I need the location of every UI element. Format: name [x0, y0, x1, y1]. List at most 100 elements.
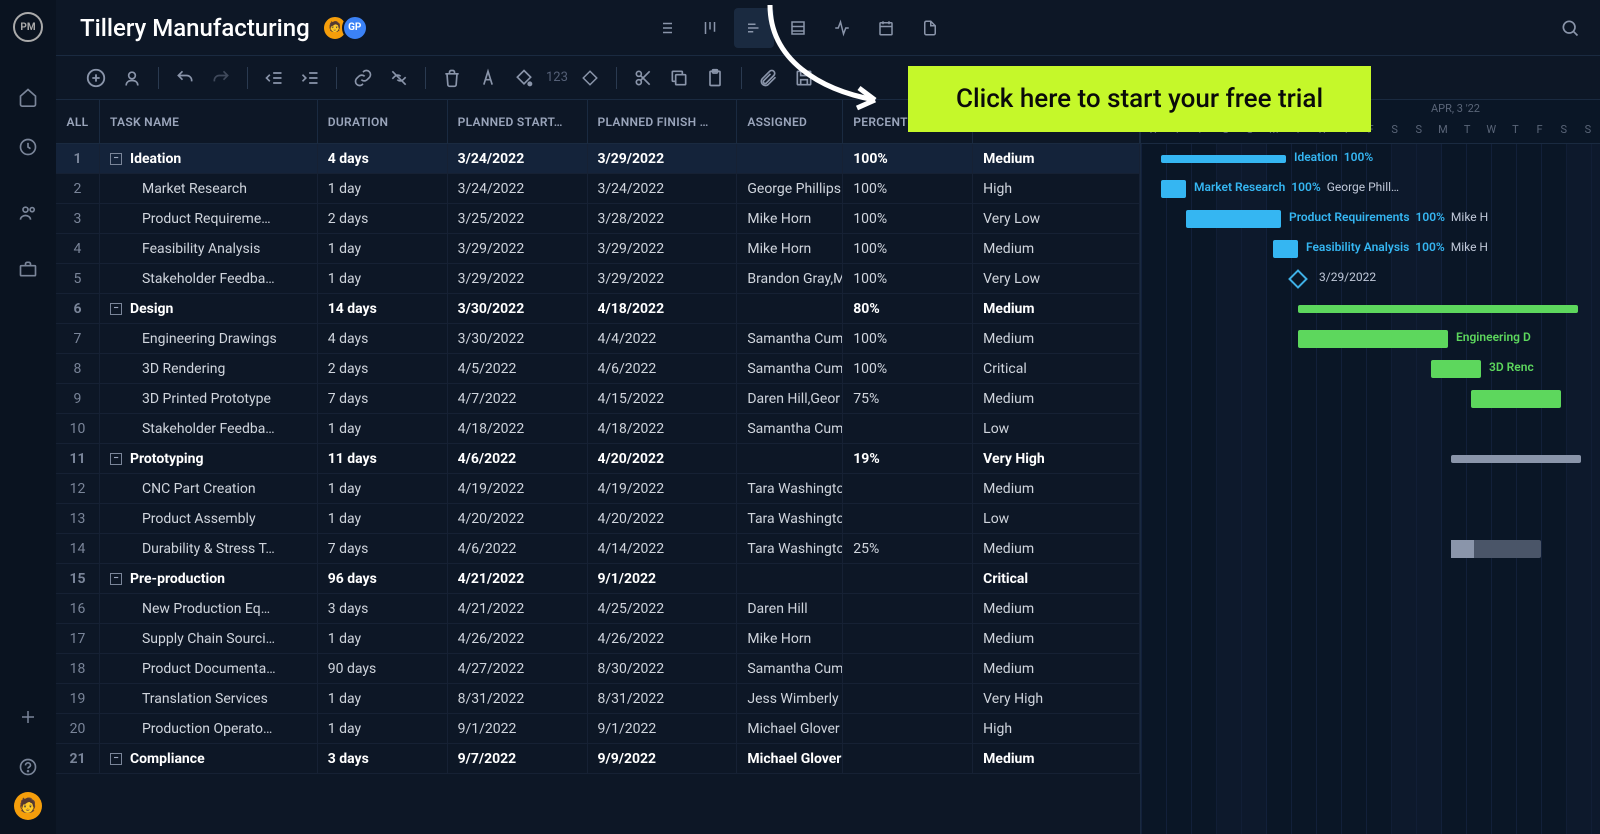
cell-start[interactable]: 9/1/2022 [448, 714, 588, 743]
task-row[interactable]: 13Product Assembly1 day4/20/20224/20/202… [56, 504, 1140, 534]
gantt-bar[interactable] [1471, 390, 1561, 408]
cell-pri[interactable]: Very Low [973, 204, 1140, 233]
cell-start[interactable]: 4/19/2022 [448, 474, 588, 503]
cell-dur[interactable]: 7 days [318, 534, 448, 563]
task-row[interactable]: 19Translation Services1 day8/31/20228/31… [56, 684, 1140, 714]
cell-pct[interactable]: 100% [843, 324, 973, 353]
cell-start[interactable]: 4/26/2022 [448, 624, 588, 653]
task-row[interactable]: 15−Pre-production96 days4/21/20229/1/202… [56, 564, 1140, 594]
cell-pct[interactable]: 19% [843, 444, 973, 473]
task-name-cell[interactable]: Product Documenta… [100, 654, 318, 683]
cell-pri[interactable]: Medium [973, 324, 1140, 353]
cell-pct[interactable]: 75% [843, 384, 973, 413]
cell-pri[interactable]: Medium [973, 624, 1140, 653]
cell-dur[interactable]: 1 day [318, 624, 448, 653]
people-icon[interactable] [17, 202, 39, 224]
cell-assign[interactable]: Mike Horn [737, 624, 843, 653]
cell-assign[interactable]: Jess Wimberly [737, 684, 843, 713]
cell-assign[interactable]: Michael Glover [737, 744, 843, 773]
member-avatars[interactable]: 🧑 GP [328, 15, 368, 41]
cell-finish[interactable]: 3/28/2022 [588, 204, 738, 233]
cell-assign[interactable] [737, 564, 843, 593]
cell-pri[interactable]: Medium [973, 534, 1140, 563]
cell-dur[interactable]: 1 day [318, 174, 448, 203]
task-row[interactable]: 18Product Documenta…90 days4/27/20228/30… [56, 654, 1140, 684]
cell-finish[interactable]: 9/1/2022 [588, 714, 738, 743]
gantt-bar[interactable] [1298, 305, 1578, 313]
text-color-icon[interactable] [472, 62, 504, 94]
number-format[interactable]: 123 [544, 70, 570, 85]
task-name-cell[interactable]: Stakeholder Feedba… [100, 264, 318, 293]
task-row[interactable]: 12CNC Part Creation1 day4/19/20224/19/20… [56, 474, 1140, 504]
cell-pct[interactable] [843, 504, 973, 533]
cell-assign[interactable]: Samantha Cum [737, 324, 843, 353]
logo[interactable]: PM [13, 12, 43, 42]
cell-pct[interactable]: 100% [843, 264, 973, 293]
cell-pct[interactable] [843, 654, 973, 683]
cell-assign[interactable]: Michael Glover [737, 714, 843, 743]
user-avatar[interactable]: 🧑 [14, 792, 42, 820]
task-name-cell[interactable]: Product Assembly [100, 504, 318, 533]
cell-start[interactable]: 4/21/2022 [448, 594, 588, 623]
task-row[interactable]: 3Product Requireme…2 days3/25/20223/28/2… [56, 204, 1140, 234]
cell-finish[interactable]: 9/1/2022 [588, 564, 738, 593]
paste-icon[interactable] [699, 62, 731, 94]
cell-finish[interactable]: 4/20/2022 [588, 444, 738, 473]
gantt-bar[interactable] [1451, 455, 1581, 463]
col-finish[interactable]: PLANNED FINISH … [588, 100, 738, 143]
cell-finish[interactable]: 4/20/2022 [588, 504, 738, 533]
task-row[interactable]: 5Stakeholder Feedba…1 day3/29/20223/29/2… [56, 264, 1140, 294]
cell-dur[interactable]: 4 days [318, 324, 448, 353]
cell-pct[interactable]: 100% [843, 174, 973, 203]
cell-dur[interactable]: 2 days [318, 204, 448, 233]
cell-start[interactable]: 3/30/2022 [448, 324, 588, 353]
task-name-cell[interactable]: CNC Part Creation [100, 474, 318, 503]
col-all[interactable]: ALL [56, 100, 100, 143]
cell-pri[interactable]: Medium [973, 744, 1140, 773]
cell-pct[interactable]: 100% [843, 144, 973, 173]
cell-finish[interactable]: 3/29/2022 [588, 264, 738, 293]
cell-finish[interactable]: 4/18/2022 [588, 414, 738, 443]
cell-start[interactable]: 4/6/2022 [448, 534, 588, 563]
cell-assign[interactable] [737, 444, 843, 473]
gantt-bar[interactable] [1298, 330, 1448, 348]
task-row[interactable]: 11−Prototyping11 days4/6/20224/20/202219… [56, 444, 1140, 474]
cell-pct[interactable]: 100% [843, 354, 973, 383]
cell-assign[interactable]: Tara Washingtc [737, 474, 843, 503]
cell-assign[interactable] [737, 294, 843, 323]
view-gantt-icon[interactable] [734, 8, 774, 48]
task-row[interactable]: 6−Design14 days3/30/20224/18/202280%Medi… [56, 294, 1140, 324]
cell-pri[interactable]: Medium [973, 384, 1140, 413]
view-calendar-icon[interactable] [866, 8, 906, 48]
gantt-bar[interactable] [1451, 540, 1541, 558]
cell-dur[interactable]: 11 days [318, 444, 448, 473]
outdent-icon[interactable] [258, 62, 290, 94]
task-name-cell[interactable]: −Design [100, 294, 318, 323]
fill-icon[interactable] [508, 62, 540, 94]
col-duration[interactable]: DURATION [318, 100, 448, 143]
task-name-cell[interactable]: Product Requireme… [100, 204, 318, 233]
cell-dur[interactable]: 1 day [318, 414, 448, 443]
cell-finish[interactable]: 4/14/2022 [588, 534, 738, 563]
redo-icon[interactable] [205, 62, 237, 94]
task-row[interactable]: 1−Ideation4 days3/24/20223/29/2022100%Me… [56, 144, 1140, 174]
cell-pri[interactable]: Medium [973, 594, 1140, 623]
cell-pct[interactable] [843, 564, 973, 593]
cell-dur[interactable]: 90 days [318, 654, 448, 683]
cell-pct[interactable] [843, 474, 973, 503]
cell-start[interactable]: 3/25/2022 [448, 204, 588, 233]
cell-dur[interactable]: 3 days [318, 744, 448, 773]
indent-icon[interactable] [294, 62, 326, 94]
cell-finish[interactable]: 4/25/2022 [588, 594, 738, 623]
task-name-cell[interactable]: Durability & Stress T… [100, 534, 318, 563]
assign-icon[interactable] [116, 62, 148, 94]
task-name-cell[interactable]: New Production Eq… [100, 594, 318, 623]
cell-finish[interactable]: 4/18/2022 [588, 294, 738, 323]
cell-assign[interactable]: Mike Horn [737, 204, 843, 233]
cell-assign[interactable]: Daren Hill [737, 594, 843, 623]
view-board-icon[interactable] [690, 8, 730, 48]
collapse-toggle[interactable]: − [110, 573, 122, 585]
cut-icon[interactable] [627, 62, 659, 94]
view-list-icon[interactable] [646, 8, 686, 48]
undo-icon[interactable] [169, 62, 201, 94]
